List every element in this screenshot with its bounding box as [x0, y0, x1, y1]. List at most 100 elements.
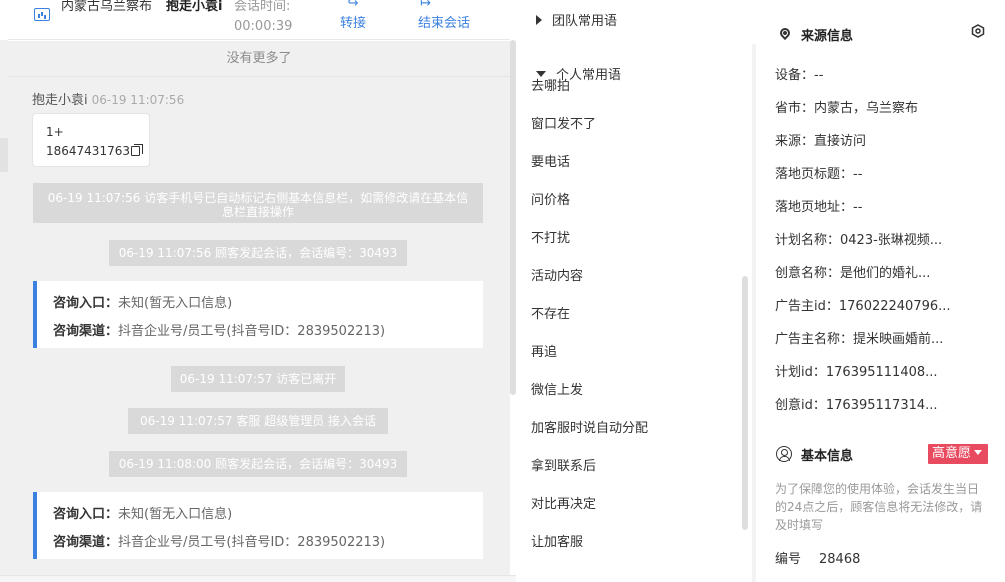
exit-icon: ↦ — [420, 0, 431, 11]
location-pin-icon — [777, 25, 793, 41]
source-row-source: 来源：直接访问 — [775, 130, 866, 149]
system-message-session-start-2: 06-19 11:08:00 顾客发起会话，会话编号：30493 — [109, 451, 407, 477]
row-value: 176022240796... — [838, 299, 951, 314]
row-label: 落地页标题： — [775, 167, 854, 182]
row-value: 0423-张琳视频... — [840, 233, 943, 248]
caret-down-icon — [974, 450, 983, 455]
sender-name: 抱走小袁i — [32, 93, 88, 108]
serial-number-row: 编号 28468 — [775, 548, 860, 567]
phrase-item[interactable]: 微信上发 — [531, 381, 583, 401]
source-info-title: 来源信息 — [801, 29, 854, 44]
no-more-messages: 没有更多了 — [8, 41, 510, 77]
basic-info-title: 基本信息 — [801, 449, 854, 464]
phrase-item[interactable]: 再追 — [531, 343, 557, 363]
duration-value: 00:00:39 — [234, 19, 293, 34]
chat-workspace: 内蒙古乌兰察布 抱走小袁i 会话时间: 00:00:39 ↪ 转接 ↦ 结束会话… — [0, 0, 1005, 582]
quick-phrases-panel: 团队常用语 个人常用语 去哪拍 窗口发不了 要电话 问价格 不打扰 活动内容 不… — [516, 0, 752, 582]
system-message-agent-joined: 06-19 11:07:57 客服 超级管理员 接入会话 — [128, 408, 388, 434]
consult-info-card: 咨询入口：未知(暂无入口信息) 咨询渠道：抖音企业号/员工号(抖音号ID：283… — [33, 281, 483, 348]
visitor-info-panel: 来源信息 设备：-- 省市：内蒙古，乌兰察布 来源：直接访问 落地页标题：-- … — [756, 0, 1005, 582]
row-value: 176395117314... — [825, 398, 938, 413]
system-message-session-start: 06-19 11:07:56 顾客发起会话，会话编号：30493 — [109, 240, 407, 266]
row-value: 内蒙古，乌兰察布 — [814, 101, 919, 116]
system-message-visitor-left: 06-19 11:07:57 访客已离开 — [171, 366, 345, 392]
source-row-province: 省市：内蒙古，乌兰察布 — [775, 97, 918, 116]
gutter-block — [0, 138, 8, 172]
bubble-text-line2: 18647431763 — [46, 142, 149, 161]
row-label: 广告主id： — [775, 299, 839, 314]
phrase-item[interactable]: 问价格 — [531, 191, 570, 211]
phrase-item[interactable]: 对比再决定 — [531, 495, 596, 515]
message-bubble[interactable]: 1+ 18647431763 — [32, 113, 150, 167]
left-gutter — [0, 40, 8, 582]
row-value: -- — [853, 167, 863, 182]
phrase-item[interactable]: 不存在 — [531, 305, 570, 325]
message-list[interactable]: 没有更多了 抱走小袁i 06-19 11:07:56 1+ 18647431763… — [8, 41, 510, 575]
source-row-advertiser-id: 广告主id：176022240796... — [775, 295, 951, 314]
source-row-plan-id: 计划id：176395111408... — [775, 361, 938, 380]
phrase-item[interactable]: 要电话 — [531, 153, 570, 173]
phrase-item[interactable]: 去哪拍 — [531, 77, 570, 97]
consult-entry-value: 未知(暂无入口信息) — [118, 507, 233, 522]
conversation-header: 内蒙古乌兰察布 抱走小袁i 会话时间: 00:00:39 ↪ 转接 ↦ 结束会话 — [8, 0, 510, 40]
row-label: 创意名称： — [775, 266, 841, 281]
copy-icon[interactable] — [130, 144, 143, 156]
consult-entry-label: 咨询入口： — [53, 507, 119, 522]
row-label: 计划id： — [775, 365, 826, 380]
consult-entry-row: 咨询入口：未知(暂无入口信息) — [53, 290, 483, 318]
source-row-plan-name: 计划名称：0423-张琳视频... — [775, 229, 942, 248]
source-row-creative-id: 创意id：176395117314... — [775, 394, 938, 413]
consult-entry-value: 未知(暂无入口信息) — [118, 296, 233, 311]
monitor-icon — [34, 8, 50, 21]
system-message-phone-marked: 06-19 11:07:56 访客手机号已自动标记右侧基本信息栏，如需修改请在基… — [33, 183, 483, 223]
user-circle-icon — [776, 446, 792, 462]
consult-channel-row: 咨询渠道：抖音企业号/员工号(抖音号ID：2839502213) — [53, 529, 483, 557]
phrase-item[interactable]: 让加客服 — [531, 533, 583, 553]
row-value: 提米映画婚前... — [853, 332, 944, 347]
phrase-item[interactable]: 加客服时说自动分配 — [531, 419, 648, 439]
row-label: 落地页地址： — [775, 200, 854, 215]
row-value: 是他们的婚礼... — [840, 266, 931, 281]
row-label: 广告主名称： — [775, 332, 854, 347]
row-label: 计划名称： — [775, 233, 841, 248]
source-row-landing-url: 落地页地址：-- — [775, 196, 862, 215]
serial-value: 28468 — [819, 552, 861, 567]
phrase-item[interactable]: 不打扰 — [531, 229, 570, 249]
transfer-label: 转接 — [340, 16, 367, 31]
consult-entry-label: 咨询入口： — [53, 296, 119, 311]
transfer-button[interactable]: ↪ 转接 — [340, 0, 366, 34]
phrase-item[interactable]: 活动内容 — [531, 267, 583, 287]
settings-hex-icon[interactable] — [971, 24, 985, 38]
serial-label: 编号 — [775, 552, 802, 567]
transfer-icon: ↪ — [347, 0, 359, 11]
row-label: 创意id： — [775, 398, 826, 413]
row-value: -- — [814, 68, 824, 83]
consult-channel-label: 咨询渠道： — [53, 324, 119, 339]
session-duration: 会话时间: 00:00:39 — [234, 0, 334, 37]
visitor-name: 抱走小袁i — [166, 0, 223, 14]
bubble-text-line1: 1+ — [46, 125, 64, 139]
consult-channel-row: 咨询渠道：抖音企业号/员工号(抖音号ID：2839502213) — [53, 318, 483, 346]
end-session-label: 结束会话 — [418, 16, 471, 31]
sender-time: 06-19 11:07:56 — [91, 93, 185, 107]
row-label: 省市： — [775, 101, 815, 116]
source-row-creative-name: 创意名称：是他们的婚礼... — [775, 262, 930, 281]
intent-level-dropdown[interactable]: 高意愿 — [928, 444, 988, 464]
intent-level-label: 高意愿 — [932, 446, 972, 461]
message-sender: 抱走小袁i 06-19 11:07:56 — [32, 89, 184, 108]
phrase-group-team[interactable]: 团队常用语 — [536, 10, 617, 29]
edit-deadline-note: 为了保障您的使用体验，会话发生当日的24点之后，顾客信息将无法修改，请及时填写 — [775, 482, 983, 532]
consult-channel-value: 抖音企业号/员工号(抖音号ID：2839502213) — [118, 535, 386, 550]
phrase-item[interactable]: 拿到联系后 — [531, 457, 596, 477]
end-session-button[interactable]: ↦ 结束会话 — [418, 0, 470, 34]
row-value: -- — [853, 200, 863, 215]
phrase-group-team-label: 团队常用语 — [552, 14, 618, 29]
consult-channel-label: 咨询渠道： — [53, 535, 119, 550]
row-label: 来源： — [775, 134, 815, 149]
consult-info-card-2: 咨询入口：未知(暂无入口信息) 咨询渠道：抖音企业号/员工号(抖音号ID：283… — [33, 492, 483, 559]
duration-label: 会话时间: — [234, 0, 291, 14]
consult-entry-row: 咨询入口：未知(暂无入口信息) — [53, 501, 483, 529]
source-row-landing-title: 落地页标题：-- — [775, 163, 862, 182]
phrases-scrollbar[interactable] — [742, 276, 748, 530]
phrase-item[interactable]: 窗口发不了 — [531, 115, 596, 135]
